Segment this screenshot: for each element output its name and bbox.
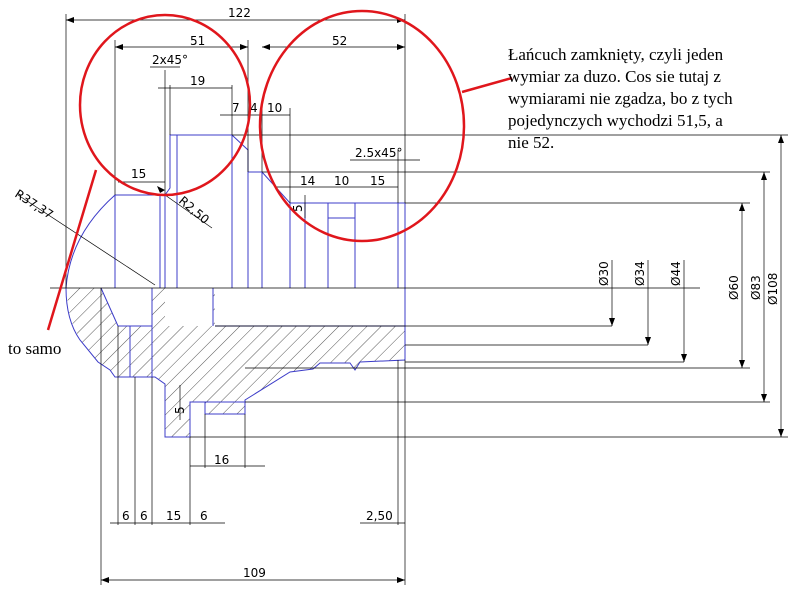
dim-dia-30: Ø30 — [597, 261, 611, 286]
markup-note-main: Łańcuch zamknięty, czyli jeden wymiar za… — [508, 45, 733, 152]
dim-dia-34: Ø34 — [633, 261, 647, 286]
markup-note-side: to samo — [8, 339, 62, 358]
dim-dia-44: Ø44 — [669, 261, 683, 286]
dim-r2-50: R2,50 — [176, 194, 212, 227]
dim-15-mid: 15 — [370, 174, 385, 188]
dim-dia-83: Ø83 — [749, 275, 763, 300]
dim-chamfer-2x45: 2x45° — [152, 53, 188, 67]
dim-14: 14 — [300, 174, 315, 188]
dim-dia-108: Ø108 — [766, 273, 780, 305]
dim-10-lower: 10 — [334, 174, 349, 188]
dim-6-second: 6 — [140, 509, 148, 523]
dim-chamfer-2-5x45: 2.5x45° — [355, 146, 402, 160]
dim-6-third: 6 — [200, 509, 208, 523]
dim-7: 7 — [232, 101, 240, 115]
dim-51: 51 — [190, 34, 205, 48]
dim-122: 122 — [228, 6, 251, 20]
dim-109: 109 — [243, 566, 266, 580]
drawing-canvas: 122 51 52 2x45° 19 7 4 10 2.5x45° 15 R2,… — [0, 0, 788, 598]
dim-10-upper: 10 — [267, 101, 282, 115]
section-hatching — [66, 288, 405, 437]
markup-circle-right — [258, 9, 466, 243]
dim-15-lower: 15 — [166, 509, 181, 523]
markup-pointer-right — [461, 76, 513, 94]
dim-15-upper: 15 — [131, 167, 146, 181]
dim-r37-37: R37,37 — [12, 187, 55, 222]
dim-dia-60: Ø60 — [727, 275, 741, 300]
dim-2-50: 2,50 — [366, 509, 393, 523]
dim-6-first: 6 — [122, 509, 130, 523]
dim-5-lower: 5 — [173, 406, 187, 414]
dim-19: 19 — [190, 74, 205, 88]
dim-52: 52 — [332, 34, 347, 48]
dim-16: 16 — [214, 453, 229, 467]
red-markup — [46, 9, 513, 331]
